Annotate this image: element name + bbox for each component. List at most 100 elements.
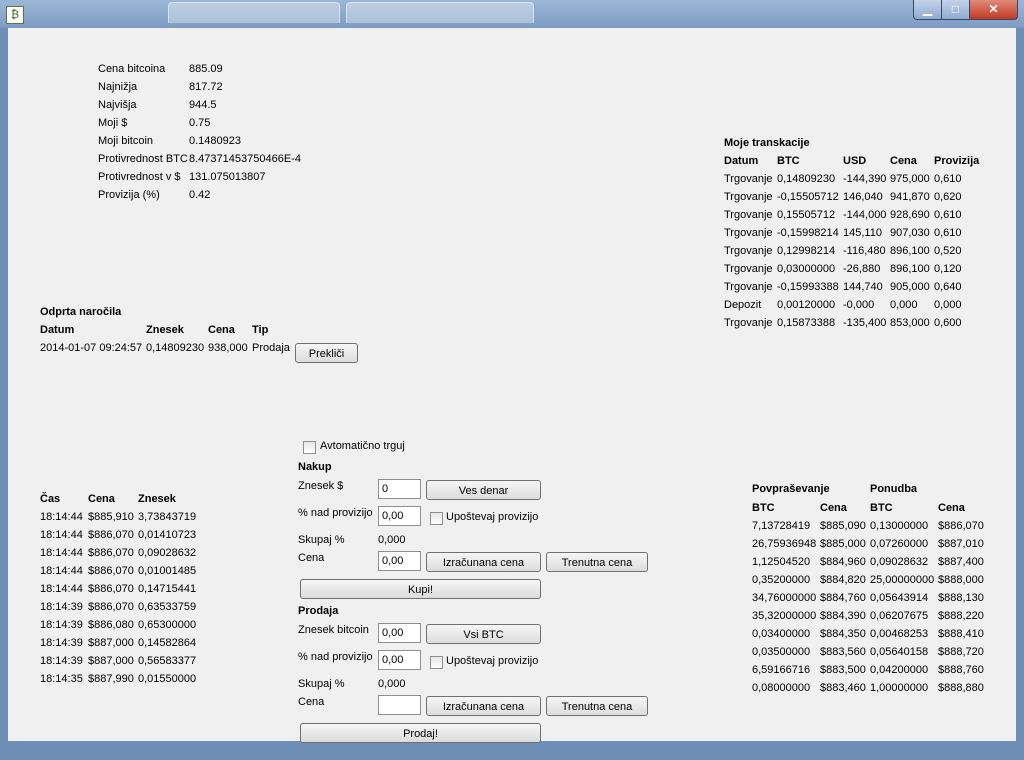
cancel-order-button[interactable]: Prekliči: [295, 343, 358, 363]
stat-value: 944.5: [189, 99, 217, 111]
transaction-row-cell: 0,000: [934, 299, 962, 311]
order-book-row-cell: $885,090: [820, 520, 866, 532]
transaction-row: Trgovanje 0,03000000 -26,880 896,100 0,120: [724, 260, 979, 278]
order-book-row-cell: 0,03400000: [752, 628, 811, 640]
transaction-row-cell: -135,400: [843, 317, 887, 329]
col-header: Znesek: [138, 493, 176, 505]
transaction-row-cell: -144,000: [843, 209, 887, 221]
sell-button[interactable]: Prodaj!: [300, 723, 541, 743]
all-btc-button[interactable]: Vsi BTC: [426, 624, 541, 644]
transaction-row-cell: 907,030: [890, 227, 930, 239]
trade-row-cell: $887,990: [88, 673, 134, 685]
trade-row: 18:14:44 $885,910 3,73843719: [40, 508, 196, 526]
buy-above-fee-input[interactable]: 0,00: [378, 506, 421, 526]
trade-row: 18:14:39 $886,080 0,65300000: [40, 616, 196, 634]
order-book-row-cell: $888,720: [938, 646, 984, 658]
col-header: Čas: [40, 493, 61, 505]
col-header: Cena: [208, 324, 235, 336]
transaction-row-cell: 975,000: [890, 173, 930, 185]
transaction-row-cell: Trgovanje: [724, 263, 773, 275]
bids-title: Povpraševanje: [752, 483, 830, 495]
sell-amount-input[interactable]: 0,00: [378, 623, 421, 643]
trade-row-cell: 18:14:39: [40, 655, 83, 667]
col-header: BTC: [870, 502, 893, 514]
stat-label: Protivrednost v $: [98, 171, 181, 183]
col-header: Provizija: [934, 155, 980, 167]
buy-amount-input[interactable]: 0: [378, 479, 421, 499]
trade-row-cell: 0,01001485: [138, 565, 197, 577]
trade-row-cell: $886,070: [88, 583, 134, 595]
stat-value: 0.42: [189, 189, 211, 201]
sell-consider-fee-checkbox[interactable]: [430, 656, 443, 669]
transaction-row-cell: 0,120: [934, 263, 962, 275]
transaction-row-cell: 0,610: [934, 227, 962, 239]
window-titlebar[interactable]: ₿ ▁ □ ✕: [0, 0, 1024, 28]
buy-total-value: 0,000: [378, 534, 406, 546]
transaction-row-cell: Trgovanje: [724, 281, 773, 293]
order-book-row: 0,35200000 $884,820 25,00000000 $888,000: [752, 571, 984, 589]
transaction-row: Trgovanje -0,15998214 145,110 907,030 0,610: [724, 224, 979, 242]
auto-trade-label: Avtomatično trguj: [320, 440, 405, 452]
trade-row-cell: 18:14:39: [40, 601, 83, 613]
trade-row-cell: $887,000: [88, 655, 134, 667]
order-row: 2014-01-07 09:24:57 0,14809230 938,000 P…: [40, 339, 290, 357]
col-header: Znesek: [146, 324, 184, 336]
background-tab: [346, 2, 534, 23]
transaction-row-cell: 0,610: [934, 173, 962, 185]
trade-row-cell: 18:14:44: [40, 583, 83, 595]
transaction-row-cell: -116,480: [843, 245, 886, 257]
sell-total-value: 0,000: [378, 678, 406, 690]
maximize-button[interactable]: □: [941, 0, 970, 20]
buy-calc-price-button[interactable]: Izračunana cena: [426, 552, 541, 572]
sell-price-input[interactable]: [378, 695, 421, 715]
order-book-row-cell: 0,35200000: [752, 574, 811, 586]
stat-label: Moji bitcoin: [98, 135, 154, 147]
stat-value: 885.09: [189, 63, 223, 75]
asks-title: Ponudba: [870, 483, 918, 495]
trade-row-cell: 18:14:44: [40, 529, 83, 541]
transaction-row-cell: 905,000: [890, 281, 930, 293]
trade-row-cell: 0,56583377: [138, 655, 197, 667]
trade-row: 18:14:44 $886,070 0,09028632: [40, 544, 196, 562]
col-header: Cena: [938, 502, 965, 514]
transactions-table: Datum BTC USD Cena Provizija Trgovanje 0,…: [724, 152, 979, 332]
stat-value: 8.47371453750466E-4: [189, 153, 301, 165]
col-header: Tip: [252, 324, 269, 336]
transaction-row-cell: -0,000: [843, 299, 875, 311]
transaction-row: Trgovanje 0,14809230 -144,390 975,000 0,610: [724, 170, 979, 188]
minimize-button[interactable]: ▁: [913, 0, 942, 20]
order-book-row-cell: $884,760: [820, 592, 866, 604]
order-book-row-cell: $884,960: [820, 556, 866, 568]
order-book-row-cell: 35,32000000: [752, 610, 817, 622]
transaction-row-cell: 0,520: [934, 245, 962, 257]
main-window: Cena bitcoina 885.09 Najnižja 817.72 Najvi…: [8, 28, 1016, 743]
auto-trade-checkbox[interactable]: [303, 441, 316, 454]
transaction-row-cell: 145,110: [843, 227, 882, 239]
close-button[interactable]: ✕: [969, 0, 1018, 20]
trade-row-cell: $885,910: [88, 511, 134, 523]
stat-row: Protivrednost v $ 131.075013807: [98, 168, 301, 186]
trade-row-cell: 0,14582864: [138, 637, 197, 649]
sell-calc-price-button[interactable]: Izračunana cena: [426, 696, 541, 716]
buy-button[interactable]: Kupi!: [300, 579, 541, 599]
stat-row: Najvišja 944.5: [98, 96, 301, 114]
sell-above-fee-input[interactable]: 0,00: [378, 650, 421, 670]
order-book-row: 6,59166716 $883,500 0,04200000 $888,760: [752, 661, 984, 679]
order-book-row-cell: $885,000: [820, 538, 866, 550]
transaction-row-cell: 146,040: [843, 191, 883, 203]
transaction-row-cell: Trgovanje: [724, 227, 773, 239]
background-tab: [168, 2, 340, 23]
transaction-row: Trgovanje 0,15505712 -144,000 928,690 0,610: [724, 206, 979, 224]
transaction-row-cell: -26,880: [843, 263, 881, 275]
all-money-button[interactable]: Ves denar: [426, 480, 541, 500]
stat-label: Provizija (%): [98, 189, 160, 201]
trade-row-cell: 18:14:44: [40, 547, 83, 559]
trade-row: 18:14:44 $886,070 0,01001485: [40, 562, 196, 580]
trade-row-cell: $886,070: [88, 601, 134, 613]
buy-consider-fee-checkbox[interactable]: [430, 512, 443, 525]
buy-current-price-button[interactable]: Trenutna cena: [546, 552, 648, 572]
order-book-row-cell: 0,05640158: [870, 646, 929, 658]
buy-price-input[interactable]: 0,00: [378, 551, 421, 571]
sell-current-price-button[interactable]: Trenutna cena: [546, 696, 648, 716]
app-icon: ₿: [6, 6, 24, 24]
